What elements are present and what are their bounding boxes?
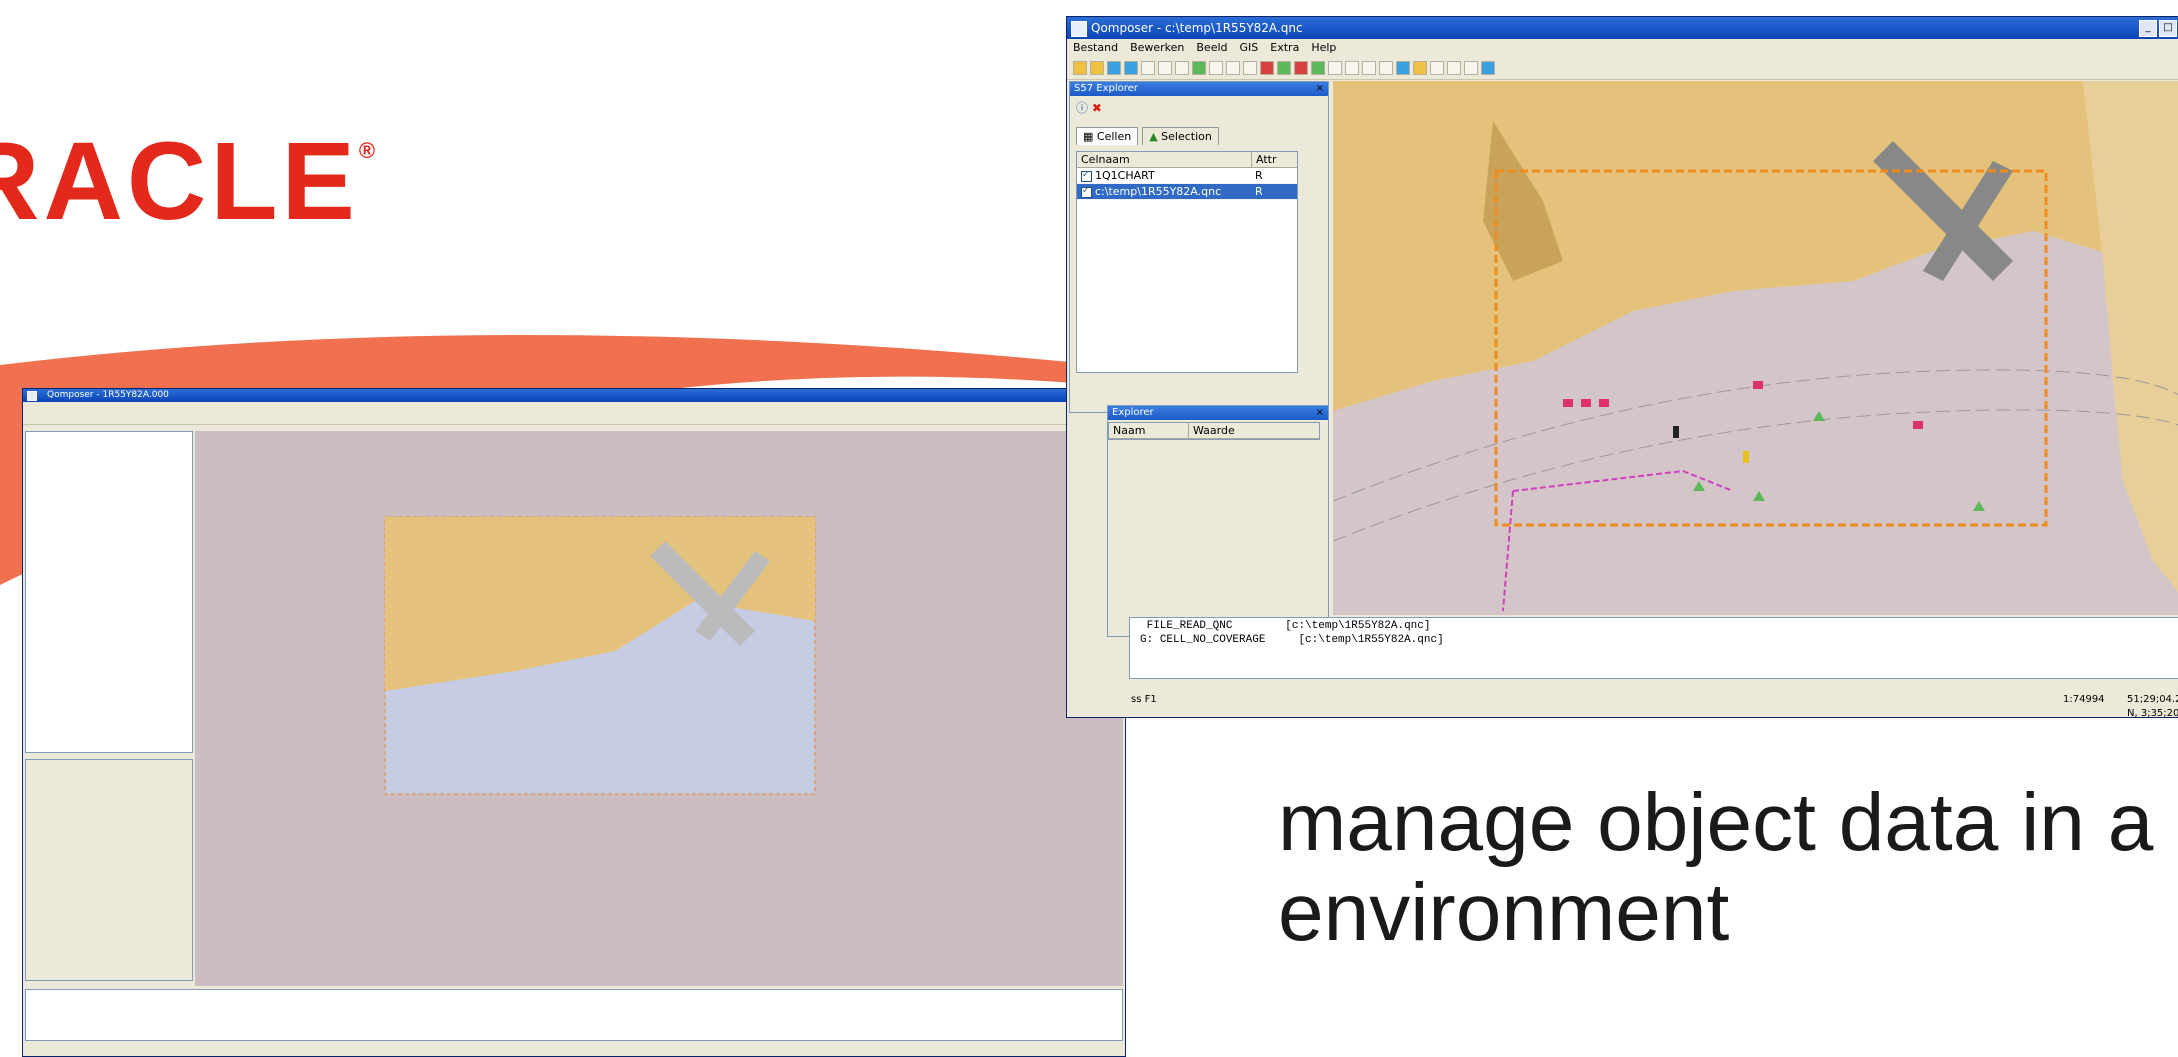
buoy-icon[interactable] (1277, 61, 1291, 75)
log-line: G: CELL_NO_COVERAGE [c:\temp\1R55Y82A.qn… (1140, 634, 1444, 646)
attribute-panel[interactable]: Explorer × Naam Waarde (1107, 405, 1329, 637)
chart-icon[interactable] (1413, 61, 1427, 75)
tagline: manage object data in a r environment (1278, 778, 2178, 958)
explorer-tabs[interactable]: ▦ Cellen ▲ Selection (1070, 119, 1328, 145)
toolbar[interactable] (1067, 57, 2178, 80)
info-icon[interactable] (1481, 61, 1495, 75)
menu-beeld[interactable]: Beeld (1196, 39, 1227, 57)
tab-cellen[interactable]: ▦ Cellen (1076, 127, 1139, 145)
explorer-title: S57 Explorer (1074, 83, 1138, 94)
status-coordinates: 51;29;04.214 N, 3;35;20. (2127, 694, 2178, 718)
delete-icon[interactable]: ✖ (1092, 101, 1102, 115)
table-row[interactable]: c:\temp\1R55Y82A.qnc R (1077, 184, 1297, 200)
back-explorer-panel[interactable] (25, 431, 193, 753)
close-icon[interactable]: × (1316, 406, 1324, 420)
maximize-button[interactable]: □ (2159, 20, 2177, 37)
checkbox[interactable] (1081, 184, 1092, 199)
back-log-panel (25, 989, 1123, 1041)
check-icon[interactable] (1192, 61, 1206, 75)
back-menu-bar[interactable] (23, 402, 1125, 412)
move-icon[interactable] (1226, 61, 1240, 75)
open-icon[interactable] (1090, 61, 1104, 75)
column-header[interactable]: Attr (1251, 152, 1296, 167)
menu-bestand[interactable]: Bestand (1073, 39, 1118, 57)
nautical-chart (1332, 81, 2178, 612)
menu-gis[interactable]: GIS (1240, 39, 1259, 57)
menu-extra[interactable]: Extra (1270, 39, 1299, 57)
zoom-box-icon[interactable] (1362, 61, 1376, 75)
minimize-button[interactable]: _ (2139, 20, 2157, 37)
front-app-window[interactable]: Qomposer - c:\temp\1R55Y82A.qnc _ □ Best… (1066, 16, 2178, 718)
rotate-icon[interactable] (1243, 61, 1257, 75)
menu-bewerken[interactable]: Bewerken (1130, 39, 1184, 57)
table-header: Celnaam Attr (1077, 152, 1297, 168)
undo-icon[interactable] (1141, 61, 1155, 75)
land-area (1333, 81, 2178, 411)
flag-icon[interactable] (1260, 61, 1274, 75)
status-scale: 1:74994 (2063, 694, 2105, 705)
log-panel: FILE_READ_QNC [c:\temp\1R55Y82A.qnc] G: … (1129, 617, 2178, 679)
back-map-view[interactable] (195, 431, 1123, 986)
layers-icon[interactable] (1396, 61, 1410, 75)
back-app-window[interactable]: Qomposer - 1R55Y82A.000 _ □ × (22, 388, 1126, 1057)
tool3-icon[interactable] (1464, 61, 1478, 75)
select-icon[interactable] (1209, 61, 1223, 75)
marker-icon[interactable] (1294, 61, 1308, 75)
grid-icon: ▦ (1083, 130, 1097, 143)
zoom-extent-icon[interactable] (1379, 61, 1393, 75)
tab-selection[interactable]: ▲ Selection (1142, 127, 1219, 145)
app-icon (1071, 21, 1087, 37)
log-line: FILE_READ_QNC [c:\temp\1R55Y82A.qnc] (1146, 620, 1431, 632)
triangle-icon: ▲ (1149, 130, 1162, 143)
menu-help[interactable]: Help (1311, 39, 1336, 57)
tool-icon[interactable] (1430, 61, 1444, 75)
tool2-icon[interactable] (1447, 61, 1461, 75)
window-title: Qomposer - c:\temp\1R55Y82A.qnc (1091, 21, 1303, 35)
explorer-header: S57 Explorer × (1070, 82, 1328, 96)
zoom-in-icon[interactable] (1328, 61, 1342, 75)
s57-explorer-panel[interactable]: S57 Explorer × ⓘ ✖ ▦ Cellen ▲ Selection … (1069, 81, 1329, 413)
checkbox[interactable] (1081, 168, 1092, 183)
column-header[interactable]: Celnaam (1077, 152, 1251, 167)
info-icon[interactable]: ⓘ (1076, 101, 1088, 115)
zoom-out-icon[interactable] (1345, 61, 1359, 75)
front-title-bar[interactable]: Qomposer - c:\temp\1R55Y82A.qnc _ □ (1067, 17, 2178, 39)
redo-icon[interactable] (1158, 61, 1172, 75)
save-icon[interactable] (1107, 61, 1121, 75)
tagline-line-2: environment (1278, 867, 1730, 958)
back-attribute-panel[interactable] (25, 759, 193, 981)
oracle-logo: RACLE® (0, 120, 380, 243)
view-icon[interactable] (1175, 61, 1189, 75)
cells-table[interactable]: Celnaam Attr 1Q1CHART R c:\temp\1R55Y82A… (1076, 151, 1298, 373)
status-bar: ss F1 1:74994 51;29;04.214 N, 3;35;20. (1127, 693, 2178, 717)
new-icon[interactable] (1073, 61, 1087, 75)
tree-icon[interactable] (1311, 61, 1325, 75)
save-all-icon[interactable] (1124, 61, 1138, 75)
menu-bar[interactable]: Bestand Bewerken Beeld GIS Extra Help (1067, 39, 2178, 57)
tagline-line-1: manage object data in a r (1278, 777, 2178, 868)
back-title-bar[interactable]: Qomposer - 1R55Y82A.000 _ □ × (23, 389, 1125, 402)
close-icon[interactable]: × (1316, 82, 1324, 96)
back-window-title: Qomposer - 1R55Y82A.000 (47, 390, 169, 400)
back-chart-map (384, 516, 816, 795)
map-view[interactable] (1332, 81, 2178, 615)
status-hint: ss F1 (1131, 694, 1157, 705)
back-toolbar[interactable] (23, 412, 1125, 425)
attribute-table-header: Naam Waarde (1108, 422, 1320, 440)
explorer-toolbar[interactable]: ⓘ ✖ (1070, 96, 1328, 119)
attribute-header: Explorer × (1108, 406, 1328, 420)
table-row[interactable]: 1Q1CHART R (1077, 168, 1297, 184)
app-icon (27, 391, 37, 401)
